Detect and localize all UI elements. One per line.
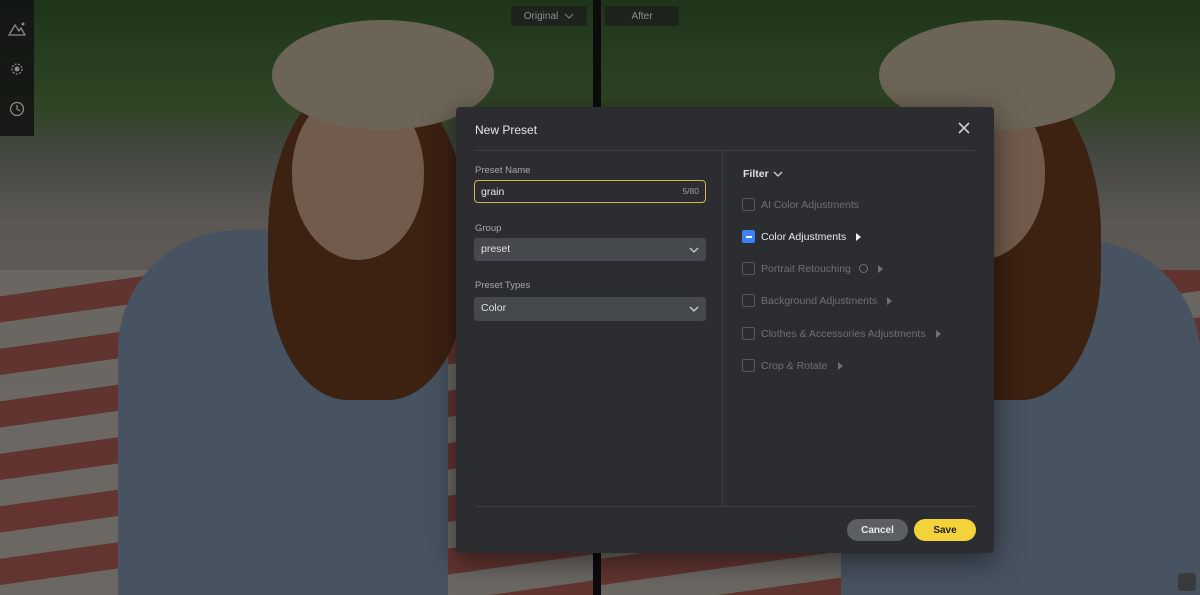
- group-value: preset: [481, 243, 511, 255]
- history-icon[interactable]: [6, 98, 28, 120]
- checkbox[interactable]: [742, 294, 755, 307]
- group-select[interactable]: preset: [474, 238, 706, 261]
- filter-option-background[interactable]: Background Adjustments: [742, 294, 893, 307]
- filter-dropdown[interactable]: Filter: [743, 168, 783, 180]
- compare-toggle-button[interactable]: [1178, 573, 1196, 591]
- expand-arrow-icon[interactable]: [935, 329, 941, 338]
- save-button[interactable]: Save: [914, 519, 976, 541]
- chevron-down-icon: [689, 306, 699, 312]
- left-toolbar: [0, 0, 34, 136]
- chevron-down-icon: [689, 247, 699, 253]
- sun-filter-icon[interactable]: [6, 58, 28, 80]
- original-label[interactable]: Original: [511, 6, 587, 26]
- preset-types-select[interactable]: Color: [474, 297, 706, 321]
- filter-option-portrait-retouching[interactable]: Portrait Retouching: [742, 262, 883, 275]
- checkbox[interactable]: [742, 359, 755, 372]
- group-label: Group: [475, 223, 502, 234]
- char-counter: 5/80: [682, 186, 699, 196]
- expand-arrow-icon[interactable]: [856, 232, 862, 241]
- info-icon[interactable]: [858, 264, 868, 273]
- chevron-down-icon: [564, 13, 574, 19]
- filter-option-color-adjustments[interactable]: Color Adjustments: [742, 230, 862, 243]
- preset-types-label: Preset Types: [475, 280, 531, 291]
- mountain-adjust-icon[interactable]: [6, 18, 28, 40]
- preset-name-field[interactable]: 5/80: [474, 180, 706, 203]
- after-label: After: [605, 6, 679, 26]
- filter-option-clothes[interactable]: Clothes & Accessories Adjustments: [742, 327, 941, 340]
- cancel-button[interactable]: Cancel: [847, 519, 908, 541]
- expand-arrow-icon[interactable]: [837, 361, 843, 370]
- filter-option-ai-color[interactable]: AI Color Adjustments: [742, 198, 859, 211]
- expand-arrow-icon[interactable]: [877, 264, 883, 273]
- preset-name-input[interactable]: [481, 181, 661, 202]
- app-stage: Original After New Preset Preset Name 5/…: [0, 0, 1200, 595]
- checkbox[interactable]: [742, 230, 755, 243]
- preset-types-value: Color: [481, 302, 507, 314]
- checkbox[interactable]: [742, 262, 755, 275]
- close-icon[interactable]: [956, 120, 972, 136]
- divider: [722, 151, 723, 506]
- preset-name-label: Preset Name: [475, 165, 531, 176]
- checkbox[interactable]: [742, 198, 755, 211]
- chevron-down-icon: [773, 171, 783, 177]
- expand-arrow-icon[interactable]: [887, 296, 893, 305]
- filter-option-crop-rotate[interactable]: Crop & Rotate: [742, 359, 843, 372]
- divider: [475, 506, 975, 507]
- divider: [475, 150, 975, 151]
- dialog-title: New Preset: [475, 123, 538, 137]
- new-preset-dialog: New Preset Preset Name 5/80 Group preset…: [456, 107, 994, 553]
- checkbox[interactable]: [742, 327, 755, 340]
